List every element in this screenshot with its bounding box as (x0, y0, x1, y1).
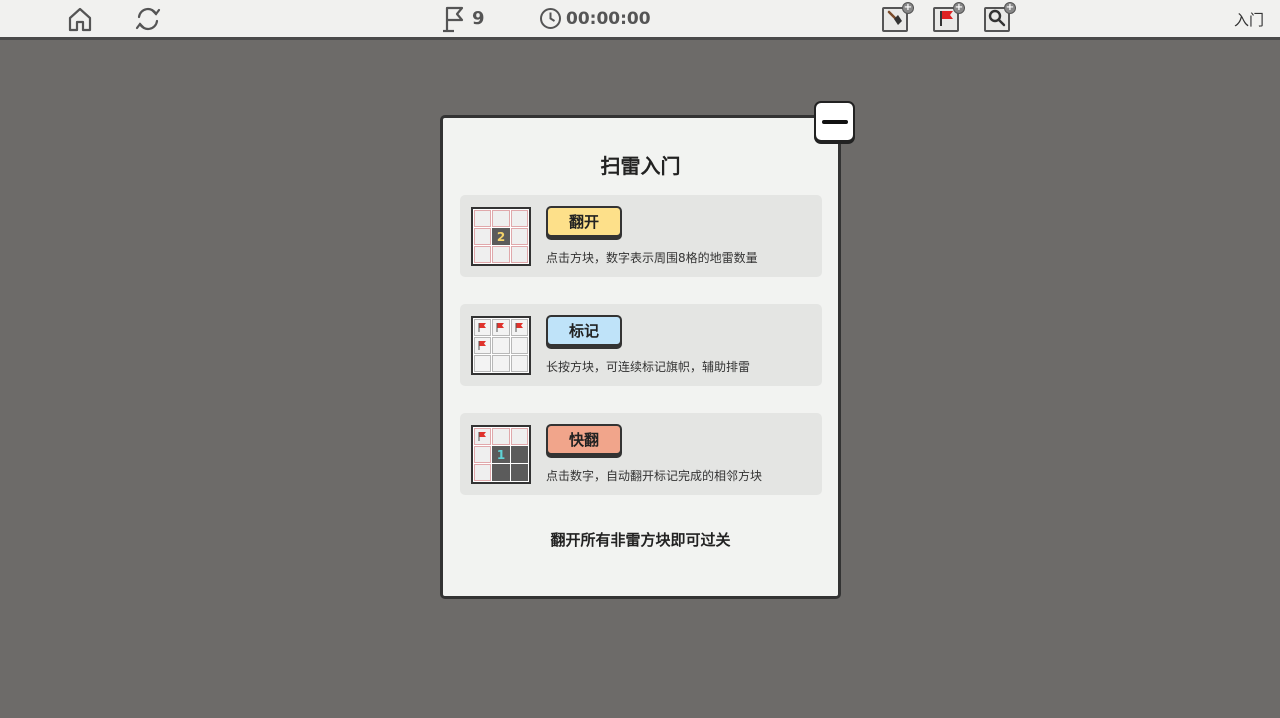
grid-cell (510, 246, 528, 263)
flag-card: 标记 长按方块，可连续标记旗帜，辅助排雷 (460, 304, 822, 386)
grid-cell (474, 355, 492, 372)
flag-button[interactable]: 标记 (546, 315, 622, 346)
grid-cell (510, 337, 528, 354)
grid-cell (510, 428, 528, 445)
red-flag-icon (478, 323, 486, 332)
reveal-demo-grid: 2 (471, 207, 531, 266)
quick-reveal-card: 1 快翻 点击数字，自动翻开标记完成的相邻方块 (460, 413, 822, 495)
win-condition-note: 翻开所有非雷方块即可过关 (550, 531, 731, 549)
restart-icon[interactable] (133, 0, 163, 37)
grid-cell-open (492, 464, 510, 481)
add-magnifier-badge[interactable]: + (1004, 2, 1016, 14)
grid-cell (492, 337, 510, 354)
grid-cell-flagged (474, 428, 492, 445)
red-flag-icon (478, 432, 486, 441)
grid-cell (474, 210, 492, 227)
red-flag-icon (937, 9, 955, 31)
magnifier-tool-button[interactable]: + (984, 2, 1016, 32)
grid-cell (492, 210, 510, 227)
minus-icon (821, 119, 848, 124)
grid-cell (492, 355, 510, 372)
grid-cell (474, 246, 492, 263)
timer-value: 00:00:00 (566, 8, 651, 29)
flag-outline-icon (442, 5, 468, 33)
home-icon[interactable] (67, 0, 93, 37)
grid-cell-open (510, 446, 528, 463)
flag-demo-grid (471, 316, 531, 375)
minimize-dialog-button[interactable] (814, 101, 855, 142)
grid-cell-flagged (492, 319, 510, 336)
top-bar: 9 00:00:00 + + + 入门 (0, 0, 1280, 40)
flag-tool-button[interactable]: + (933, 2, 965, 32)
magnifier-icon (988, 9, 1006, 31)
quick-reveal-button[interactable]: 快翻 (546, 424, 622, 455)
red-flag-icon (496, 323, 505, 332)
clock-icon (539, 7, 562, 30)
grid-cell-open (510, 464, 528, 481)
add-flag-badge[interactable]: + (953, 2, 965, 14)
grid-cell (510, 355, 528, 372)
shovel-tool-button[interactable]: + (882, 2, 914, 32)
dialog-title: 扫雷入门 (600, 154, 681, 178)
grid-cell (510, 210, 528, 227)
tutorial-dialog: 扫雷入门 2 翻开 点击方块，数字表示周围8格的地雷数量 标记 长按方块，可连续… (440, 115, 841, 599)
flag-counter: 9 (442, 0, 485, 37)
red-flag-icon (478, 341, 486, 350)
reveal-description: 点击方块，数字表示周围8格的地雷数量 (546, 251, 758, 265)
quick-reveal-demo-grid: 1 (471, 425, 531, 484)
grid-cell (510, 228, 528, 245)
quick-reveal-description: 点击数字，自动翻开标记完成的相邻方块 (546, 469, 763, 483)
grid-cell-flagged (510, 319, 528, 336)
grid-cell-number: 2 (492, 228, 510, 245)
cell-number: 1 (496, 447, 506, 462)
grid-cell (474, 464, 492, 481)
timer: 00:00:00 (539, 0, 651, 37)
grid-cell (474, 228, 492, 245)
grid-cell-number: 1 (492, 446, 510, 463)
grid-cell (474, 446, 492, 463)
reveal-button[interactable]: 翻开 (546, 206, 622, 237)
flag-count: 9 (472, 8, 485, 29)
grid-cell-flagged (474, 337, 492, 354)
cell-number: 2 (496, 229, 506, 244)
grid-cell (492, 428, 510, 445)
add-shovel-badge[interactable]: + (902, 2, 914, 14)
grid-cell-flagged (474, 319, 492, 336)
flag-description: 长按方块，可连续标记旗帜，辅助排雷 (546, 360, 751, 374)
grid-cell (492, 246, 510, 263)
tutorial-link[interactable]: 入门 (1234, 9, 1264, 30)
red-flag-icon (515, 323, 523, 332)
shovel-icon (886, 9, 904, 31)
reveal-card: 2 翻开 点击方块，数字表示周围8格的地雷数量 (460, 195, 822, 277)
